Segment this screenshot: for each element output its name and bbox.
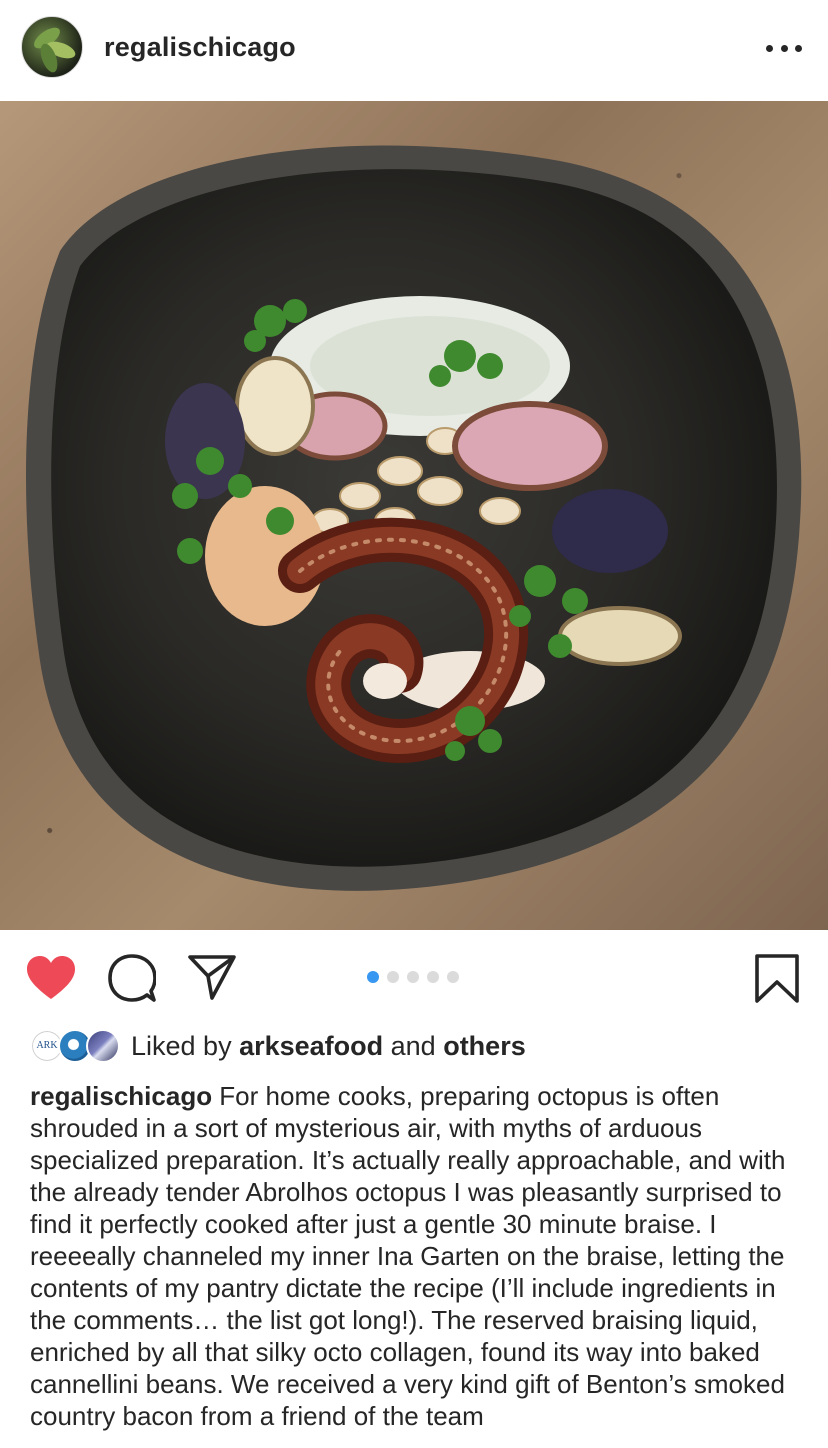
liker-avatar xyxy=(86,1029,120,1063)
potato-fingerling xyxy=(235,356,315,456)
liked-by-prefix: Liked by xyxy=(131,1031,240,1061)
caption-text: For home cooks, preparing octopus is oft… xyxy=(30,1081,786,1431)
bookmark-icon[interactable] xyxy=(754,954,800,1004)
more-dot xyxy=(795,44,802,52)
likes-row: ARK Liked by arkseafood and others xyxy=(30,1027,810,1067)
octopus-center xyxy=(363,663,407,699)
profile-avatar[interactable] xyxy=(21,16,83,78)
carousel-dot xyxy=(387,971,399,983)
liked-by-user[interactable]: arkseafood xyxy=(239,1031,383,1061)
potato-pink xyxy=(452,401,608,491)
carousel-dot-active xyxy=(367,971,379,983)
carousel-dot xyxy=(407,971,419,983)
post-photo[interactable] xyxy=(0,101,828,930)
carousel-dot xyxy=(427,971,439,983)
more-dot xyxy=(780,44,788,52)
food-photo-illustration xyxy=(26,145,802,891)
more-dot xyxy=(766,44,773,52)
liked-by-others[interactable]: others xyxy=(443,1031,526,1061)
carousel-dot xyxy=(447,971,459,983)
post-username[interactable]: regalischicago xyxy=(104,32,296,63)
comment-icon[interactable] xyxy=(108,954,156,1002)
potato-fingerling xyxy=(558,606,682,666)
post-header: regalischicago xyxy=(0,0,828,100)
paper-plane-icon[interactable] xyxy=(188,954,236,1000)
liked-by-and: and xyxy=(383,1031,444,1061)
more-options-icon[interactable] xyxy=(766,36,802,60)
liked-by-text[interactable]: Liked by arkseafood and others xyxy=(131,1031,526,1062)
post-caption: regalischicago For home cooks, preparing… xyxy=(30,1080,806,1432)
liker-avatars[interactable]: ARK xyxy=(30,1027,120,1065)
carousel-indicator xyxy=(367,971,459,983)
potato-purple xyxy=(552,489,668,573)
caption-username[interactable]: regalischicago xyxy=(30,1081,212,1111)
heart-icon[interactable] xyxy=(26,955,76,1001)
